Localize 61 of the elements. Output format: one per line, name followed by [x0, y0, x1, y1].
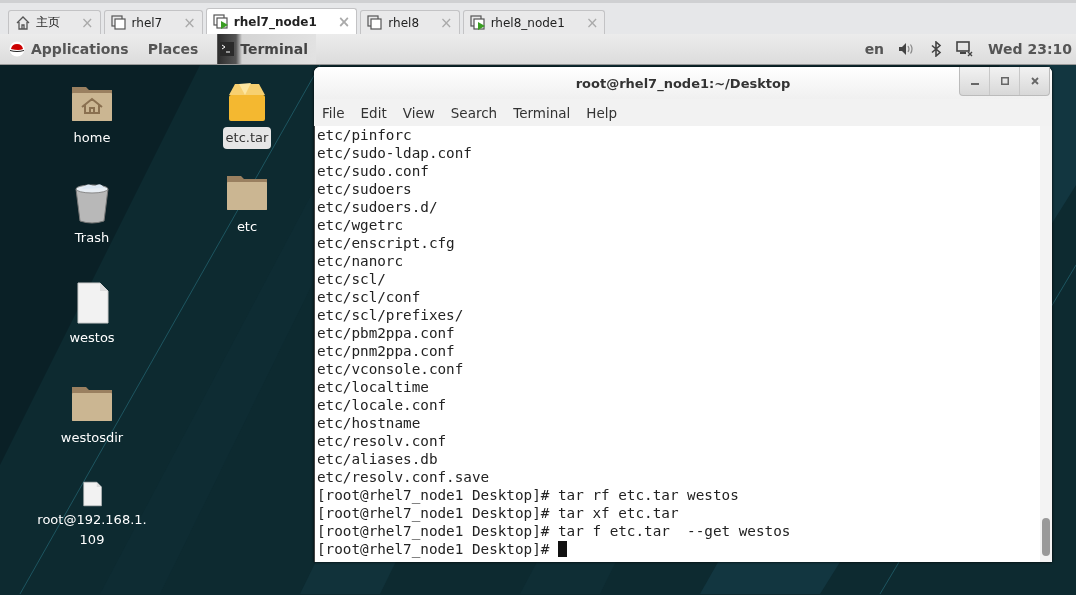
terminal-line: etc/localtime [317, 379, 429, 395]
app-menu[interactable]: Terminal [217, 34, 316, 64]
terminal-line: etc/pinforc [317, 127, 412, 143]
tab[interactable]: rhel8 × [360, 10, 460, 34]
hat-icon [9, 41, 25, 57]
terminal-line: etc/vconsole.conf [317, 361, 464, 377]
tab[interactable]: rhel7_node1 × [205, 8, 358, 34]
menu-item[interactable]: Help [586, 104, 618, 121]
scrollbar[interactable] [1040, 126, 1052, 562]
home-icon [15, 14, 31, 31]
tab[interactable]: rhel7 × [103, 10, 203, 34]
icon-label[interactable]: etc [233, 216, 261, 238]
terminal-line: etc/pnm2ppa.conf [317, 343, 455, 359]
terminal-line: etc/scl/ [317, 271, 386, 287]
menu-item[interactable]: Edit [360, 104, 387, 121]
bluetooth-icon [930, 41, 943, 57]
windows-play-icon [212, 13, 229, 30]
terminal-line: [root@rhel7_node1 Desktop]# [317, 541, 551, 557]
icon-label[interactable]: Trash [71, 227, 113, 249]
terminal-line: etc/locale.conf [317, 397, 447, 413]
icon-label[interactable]: etc.tar [222, 127, 272, 149]
terminal-line: etc/scl/prefixes/ [317, 307, 464, 323]
terminal-line: etc/enscript.cfg [317, 235, 455, 251]
terminal-line: etc/sudo-ldap.conf [317, 145, 472, 161]
menu-item[interactable]: Terminal [513, 104, 571, 121]
close-icon [1030, 77, 1039, 85]
terminal-line: etc/resolv.conf [317, 433, 447, 449]
network-icon [956, 41, 975, 57]
scrollbar-thumb[interactable] [1042, 518, 1050, 556]
terminal-line: etc/nanorc [317, 253, 404, 269]
menu-item[interactable]: View [402, 104, 435, 121]
terminal-icon [220, 42, 235, 56]
icon-label[interactable]: home [70, 127, 114, 149]
terminal-line: etc/scl/conf [317, 289, 421, 305]
tab[interactable]: rhel8_node1 × [462, 10, 606, 34]
terminal-line: etc/wgetrc [317, 217, 404, 233]
windows-icon [110, 14, 127, 31]
menu-item[interactable]: Search [450, 104, 498, 121]
terminal-line: [root@rhel7_node1 Desktop]# tar xf etc.tar [317, 505, 679, 521]
icon-label[interactable]: root@192.168.1. 109 [34, 509, 150, 551]
terminal-line: etc/aliases.db [317, 451, 438, 467]
terminal-line: etc/pbm2ppa.conf [317, 325, 455, 341]
icon-label[interactable]: westosdir [57, 427, 127, 449]
windows-icon [367, 14, 384, 31]
clock[interactable]: Wed 23:10 [988, 41, 1072, 57]
terminal-line: [root@rhel7_node1 Desktop]# tar f etc.tar --get westos [317, 523, 791, 539]
windows-play-icon [469, 14, 486, 31]
terminal-line: [root@rhel7_node1 Desktop]# tar rf etc.tar westos [317, 487, 739, 503]
keyboard-layout[interactable]: en [864, 41, 885, 57]
terminal-line: etc/resolv.conf.save [317, 469, 490, 485]
icon-label[interactable]: westos [66, 327, 118, 349]
menu-item[interactable]: File [322, 104, 345, 121]
terminal-line: etc/sudoers.d/ [317, 199, 438, 215]
terminal-line: etc/sudo.conf [317, 163, 429, 179]
menu-item[interactable]: Places [147, 41, 199, 57]
menu-item[interactable]: Applications [31, 41, 129, 57]
maximize-icon [1000, 77, 1009, 85]
window-title: root@rhel7_node1:~/Desktop [575, 75, 791, 91]
terminal-line: etc/hostname [317, 415, 421, 431]
terminal-line: etc/sudoers [317, 181, 412, 197]
tab[interactable]: 主页 × [8, 10, 101, 34]
